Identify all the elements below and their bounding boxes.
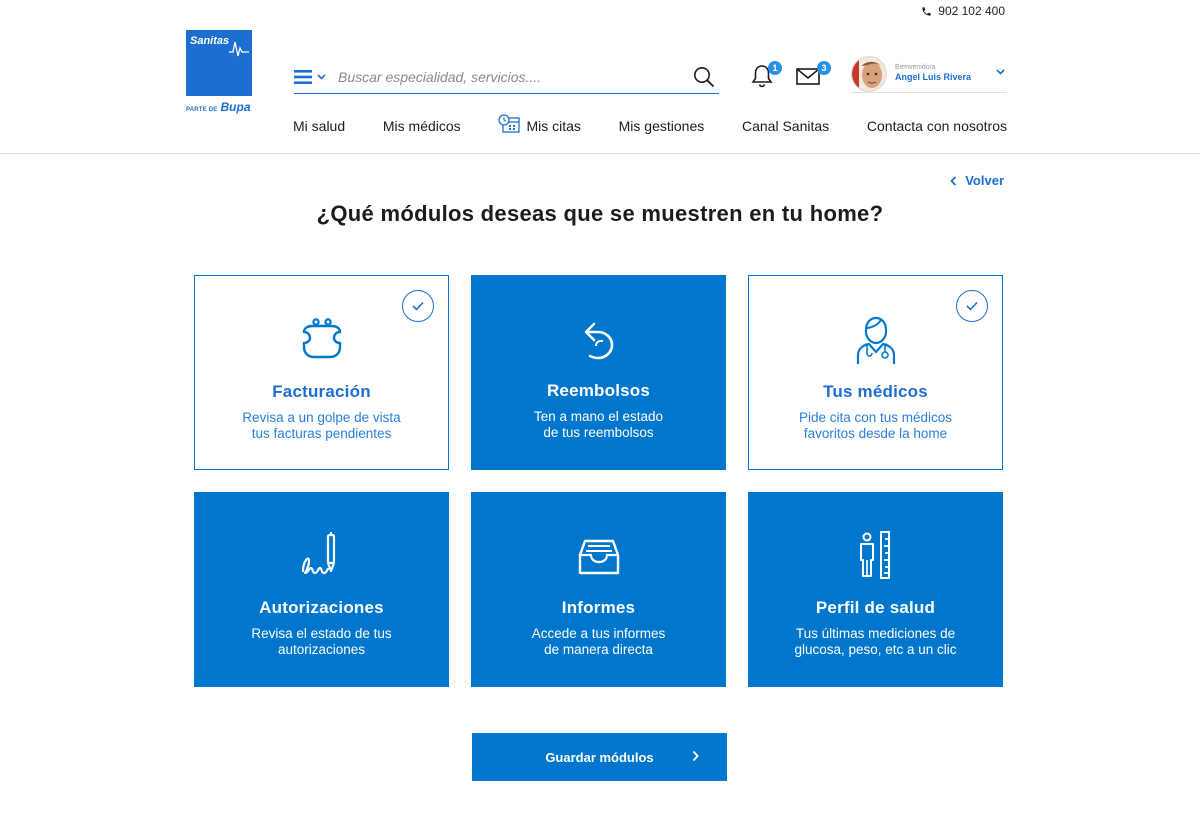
chevron-down-icon xyxy=(996,69,1005,75)
module-title: Autorizaciones xyxy=(259,598,384,617)
doctor-icon xyxy=(848,312,904,368)
module-description: Ten a mano el estado de tus reembolsos xyxy=(471,409,726,441)
check-icon xyxy=(966,301,978,311)
purse-icon xyxy=(294,312,350,368)
notifications-badge: 1 xyxy=(768,61,782,75)
selected-check xyxy=(402,290,434,322)
module-card-informes[interactable]: Informes Accede a tus informes de manera… xyxy=(471,492,726,687)
selected-check xyxy=(956,290,988,322)
chevron-left-icon xyxy=(950,175,957,186)
module-desc-line2: de manera directa xyxy=(544,642,653,657)
user-menu[interactable]: Bienvenido/a Angel Luis Rivera xyxy=(851,55,1007,93)
menu-button[interactable] xyxy=(294,69,334,85)
page-title: ¿Qué módulos deseas que se muestren en t… xyxy=(316,201,884,226)
logo-mark: Sanitas xyxy=(186,30,252,96)
site-header: 902 102 400 Sanitas PARTE DE Bupa Buscar… xyxy=(0,0,1200,154)
module-card-perfil-de-salud[interactable]: Perfil de salud Tus últimas mediciones d… xyxy=(748,492,1003,687)
save-modules-label: Guardar módulos xyxy=(545,749,654,765)
messages-button[interactable]: 3 xyxy=(795,61,831,91)
nav-item-mis-gestiones[interactable]: Mis gestiones xyxy=(619,118,705,134)
module-description: Revisa a un golpe de vista tus facturas … xyxy=(195,410,448,442)
phone-number: 902 102 400 xyxy=(938,4,1005,18)
module-desc-line1: Revisa a un golpe de vista xyxy=(242,410,401,425)
back-link[interactable]: Volver xyxy=(950,173,1004,188)
main-nav: Mi salud Mis médicos Mis citas Mis gesti… xyxy=(293,114,1007,134)
hamburger-icon xyxy=(294,69,312,84)
module-description: Pide cita con tus médicos favoritos desd… xyxy=(749,410,1002,442)
module-desc-line1: Accede a tus informes xyxy=(531,626,666,641)
user-welcome: Bienvenido/a xyxy=(895,64,936,72)
logo-subtitle: PARTE DE Bupa xyxy=(186,100,252,114)
module-title: Informes xyxy=(561,598,636,617)
logo-sub-brand: Bupa xyxy=(220,100,251,114)
module-card-reembolsos[interactable]: Reembolsos Ten a mano el estado de tus r… xyxy=(471,275,726,470)
messages-badge: 3 xyxy=(817,61,831,75)
module-title: Tus médicos xyxy=(823,382,928,401)
nav-label: Mis gestiones xyxy=(618,118,705,134)
module-title: Perfil de salud xyxy=(815,598,936,617)
nav-item-contacta[interactable]: Contacta con nosotros xyxy=(867,118,1007,134)
module-desc-line2: favoritos desde la home xyxy=(803,426,948,441)
module-card-autorizaciones[interactable]: Autorizaciones Revisa el estado de tus a… xyxy=(194,492,449,687)
module-description: Accede a tus informes de manera directa xyxy=(471,626,726,658)
nav-label: Canal Sanitas xyxy=(741,118,830,134)
search-icon xyxy=(694,66,715,87)
module-description: Revisa el estado de tus autorizaciones xyxy=(194,626,449,658)
height-measure-icon xyxy=(848,528,904,584)
sanitas-logo[interactable]: Sanitas PARTE DE Bupa xyxy=(186,30,252,116)
module-card-tus-medicos[interactable]: Tus médicos Pide cita con tus médicos fa… xyxy=(748,275,1003,470)
save-modules-button[interactable]: Guardar módulos xyxy=(472,733,727,781)
user-photo-icon xyxy=(852,56,886,91)
refund-arrow-icon xyxy=(571,311,627,367)
nav-item-mi-salud[interactable]: Mi salud xyxy=(293,118,345,134)
search-button[interactable] xyxy=(689,62,719,92)
inbox-tray-icon xyxy=(571,528,627,584)
nav-item-mis-medicos[interactable]: Mis médicos xyxy=(383,118,461,134)
logo-sub-prefix: PARTE DE xyxy=(186,107,218,113)
modules-grid: Facturación Revisa a un golpe de vista t… xyxy=(194,275,1004,687)
module-title: Facturación xyxy=(272,382,371,401)
back-label: Volver xyxy=(965,173,1004,188)
chevron-down-icon xyxy=(317,73,326,80)
nav-label: Mis médicos xyxy=(382,118,461,134)
module-description: Tus últimas mediciones de glucosa, peso,… xyxy=(748,626,1003,658)
avatar xyxy=(851,55,887,92)
chevron-right-icon xyxy=(692,750,699,762)
module-title: Reembolsos xyxy=(546,381,651,400)
nav-item-mis-citas[interactable]: Mis citas xyxy=(498,114,581,134)
module-desc-line1: Ten a mano el estado xyxy=(533,409,664,424)
module-desc-line1: Tus últimas mediciones de xyxy=(795,626,956,641)
module-desc-line1: Revisa el estado de tus xyxy=(251,626,392,641)
notifications-button[interactable]: 1 xyxy=(750,61,782,91)
module-desc-line2: tus facturas pendientes xyxy=(251,426,392,441)
phone-icon xyxy=(922,6,931,16)
module-card-facturacion[interactable]: Facturación Revisa a un golpe de vista t… xyxy=(194,275,449,470)
calendar-clock-icon xyxy=(498,114,521,133)
check-icon xyxy=(412,301,424,311)
nav-label: Contacta con nosotros xyxy=(866,118,1007,134)
search-bar xyxy=(294,60,719,94)
heartbeat-icon xyxy=(229,41,249,57)
module-desc-line2: glucosa, peso, etc a un clic xyxy=(794,642,957,657)
phone-contact[interactable]: 902 102 400 xyxy=(921,4,1005,18)
module-desc-line2: de tus reembolsos xyxy=(543,425,654,440)
nav-item-canal-sanitas[interactable]: Canal Sanitas xyxy=(742,118,829,134)
search-input[interactable] xyxy=(334,68,689,85)
nav-label: Mis citas xyxy=(526,118,581,134)
module-desc-line2: autorizaciones xyxy=(277,642,366,657)
signature-pen-icon xyxy=(294,528,350,584)
nav-label: Mi salud xyxy=(293,118,346,134)
user-name: Angel Luis Rivera xyxy=(895,72,972,83)
module-desc-line1: Pide cita con tus médicos xyxy=(798,410,953,425)
